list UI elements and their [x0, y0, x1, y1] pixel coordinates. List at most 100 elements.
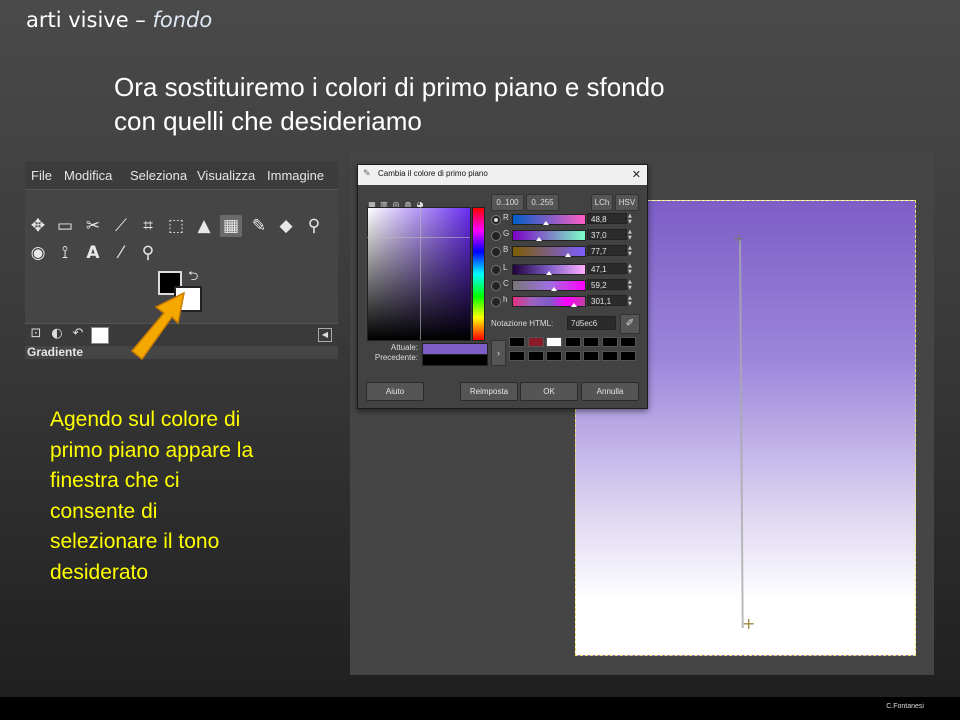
zoom-icon[interactable]: ⚲ [137, 242, 159, 264]
channel-g-radio[interactable] [491, 231, 501, 241]
channel-g-value[interactable]: 37,0 [587, 229, 627, 240]
channel-c-radio[interactable] [491, 281, 501, 291]
eraser-icon[interactable]: ◆ [275, 215, 297, 237]
bucket-icon[interactable]: ▲ [193, 215, 215, 237]
channel-b-value[interactable]: 77,7 [587, 245, 627, 256]
channel-h-radio[interactable] [491, 297, 501, 307]
channel-l-row: L 47,1 ▲ ▼ [491, 263, 641, 276]
channel-r-marker[interactable] [543, 221, 549, 225]
channel-r-row: R 48,8 ▲ ▼ [491, 213, 641, 226]
hsv-button[interactable]: HSV [615, 194, 639, 211]
menu-immagine[interactable]: Immagine [267, 168, 324, 183]
slide-header: arti visive – fondo [26, 8, 212, 32]
path-icon[interactable]: ⟟ [54, 242, 76, 264]
smudge-icon[interactable]: ◉ [27, 242, 49, 264]
channel-h-value[interactable]: 301,1 [587, 295, 627, 306]
channel-r-label: R [503, 213, 509, 222]
images-tab-icon[interactable] [91, 327, 109, 344]
channel-b-marker[interactable] [565, 253, 571, 257]
undo-history-tab-icon[interactable]: ↶ [69, 326, 87, 342]
channel-r-radio[interactable] [491, 215, 501, 225]
slide-title: Ora sostituiremo i colori di primo piano… [114, 70, 814, 138]
history-color-swatch[interactable] [527, 351, 544, 361]
history-color-swatch[interactable] [527, 337, 544, 347]
channel-b-radio[interactable] [491, 247, 501, 257]
pencil-icon[interactable]: ✎ [248, 215, 270, 237]
move-icon[interactable]: ✥ [27, 215, 49, 237]
fuzzy-select-icon[interactable]: ⟋ [110, 215, 132, 237]
channel-h-row: h 301,1 ▲ ▼ [491, 295, 641, 308]
channel-c-spinner-icon[interactable]: ▲ ▼ [628, 279, 632, 291]
text-icon[interactable]: A [82, 242, 104, 264]
history-color-swatch[interactable] [620, 337, 636, 347]
range-100-button[interactable]: 0..100 [491, 194, 524, 211]
channel-r-slider[interactable] [512, 214, 586, 225]
device-status-tab-icon[interactable]: ◐ [48, 326, 66, 342]
rect-select-icon[interactable]: ▭ [54, 215, 76, 237]
caption-line-4: consente di [50, 499, 158, 523]
channel-g-slider[interactable] [512, 230, 586, 241]
channel-c-value[interactable]: 59,2 [587, 279, 627, 290]
reset-button[interactable]: Reimposta [460, 382, 518, 401]
history-color-swatch[interactable] [564, 337, 581, 347]
history-color-swatch[interactable] [583, 351, 599, 361]
dialog-titlebar: ✎ Cambia il colore di primo piano ✕ [358, 165, 647, 185]
channel-h-marker[interactable] [571, 303, 577, 307]
menu-modifica[interactable]: Modifica [64, 168, 112, 183]
eyedropper-icon[interactable]: ✐ [620, 314, 640, 334]
html-notation-input[interactable]: 7d5ec6 [567, 316, 616, 330]
history-color-swatch[interactable] [601, 351, 618, 361]
channel-g-spinner-icon[interactable]: ▲ ▼ [628, 229, 632, 241]
channel-r-spinner-icon[interactable]: ▲ ▼ [628, 213, 632, 225]
gradient-icon[interactable]: ▦ [220, 215, 242, 237]
hue-strip[interactable] [472, 207, 485, 341]
footer-bar: C.Fontanesi [0, 697, 960, 720]
history-color-swatch[interactable] [509, 337, 525, 347]
dock-menu-icon[interactable]: ◀ [318, 328, 332, 342]
add-to-history-button[interactable]: › [491, 340, 506, 366]
channel-r-value[interactable]: 48,8 [587, 213, 627, 224]
history-color-swatch[interactable] [564, 351, 581, 361]
help-button[interactable]: Aiuto [366, 382, 424, 401]
history-color-swatch[interactable] [509, 351, 525, 361]
ok-button[interactable]: OK [520, 382, 578, 401]
channel-b-slider[interactable] [512, 246, 586, 257]
transform-icon[interactable]: ⬚ [165, 215, 187, 237]
sv-crosshair-h [367, 237, 470, 238]
close-icon[interactable]: ✕ [632, 168, 641, 181]
gradient-end-handle[interactable]: + [742, 614, 755, 633]
history-color-swatch[interactable] [620, 351, 636, 361]
tool-options-tab-icon[interactable]: ⊡ [27, 326, 45, 342]
channel-l-radio[interactable] [491, 265, 501, 275]
history-color-swatch[interactable] [546, 351, 562, 361]
header-main: arti visive – [26, 8, 153, 32]
channel-c-label: C [503, 279, 509, 288]
clone-icon[interactable]: ⚲ [303, 215, 325, 237]
menu-file[interactable]: File [31, 168, 52, 183]
saturation-value-area[interactable] [367, 207, 471, 341]
lch-button[interactable]: LCh [591, 194, 613, 211]
gradient-start-handle[interactable]: + [733, 231, 745, 247]
scissors-icon[interactable]: ✂ [82, 215, 104, 237]
history-color-swatch[interactable] [583, 337, 599, 347]
channel-g-marker[interactable] [536, 237, 542, 241]
channel-b-spinner-icon[interactable]: ▲ ▼ [628, 245, 632, 257]
caption-line-2: primo piano appare la [50, 438, 254, 462]
menu-seleziona[interactable]: Seleziona [130, 168, 187, 183]
channel-l-value[interactable]: 47,1 [587, 263, 627, 274]
menu-visualizza[interactable]: Visualizza [197, 168, 255, 183]
channel-h-label: h [503, 295, 508, 304]
channel-c-slider[interactable] [512, 280, 586, 291]
color-picker-icon[interactable]: ⁄ [110, 242, 132, 264]
channel-c-marker[interactable] [551, 287, 557, 291]
channel-l-spinner-icon[interactable]: ▲ ▼ [628, 263, 632, 275]
history-color-swatch[interactable] [601, 337, 618, 347]
range-255-button[interactable]: 0..255 [526, 194, 559, 211]
channel-h-spinner-icon[interactable]: ▲ ▼ [628, 295, 632, 307]
history-color-swatch[interactable] [546, 337, 562, 347]
crop-icon[interactable]: ⌗ [137, 215, 159, 237]
caption-line-1: Agendo sul colore di [50, 408, 241, 431]
html-notation-label: Notazione HTML: [491, 319, 554, 328]
cancel-button[interactable]: Annulla [581, 382, 639, 401]
channel-l-marker[interactable] [546, 271, 552, 275]
